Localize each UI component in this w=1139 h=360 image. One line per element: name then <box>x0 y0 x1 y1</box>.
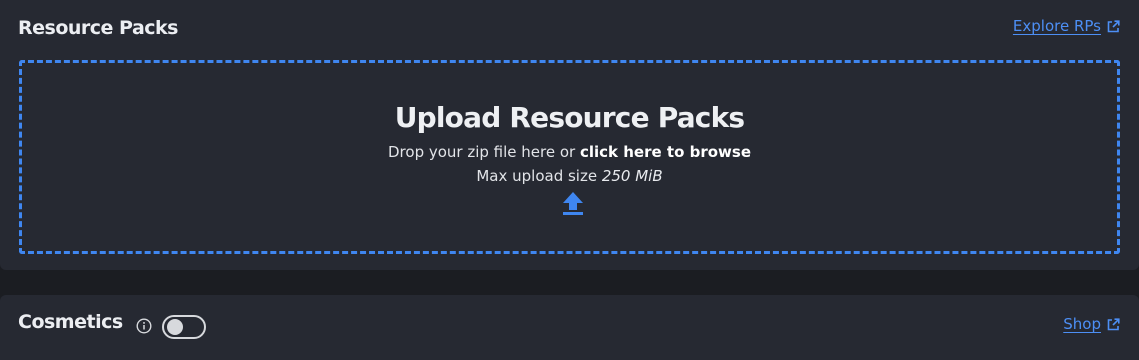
external-link-icon <box>1107 317 1120 331</box>
explore-rps-label: Explore RPs <box>1012 17 1101 35</box>
upload-icon <box>561 190 585 216</box>
cosmetics-toggle[interactable] <box>162 315 206 339</box>
upload-dropzone[interactable]: Upload Resource Packs Drop your zip file… <box>19 60 1120 254</box>
browse-link[interactable]: click here to browse <box>580 143 751 161</box>
upload-instructions: Drop your zip file here or click here to… <box>22 143 1117 161</box>
max-upload-label: Max upload size <box>476 167 602 185</box>
resource-packs-title: Resource Packs <box>18 17 178 39</box>
resource-packs-panel: Resource Packs Explore RPs Upload Resour… <box>0 0 1139 270</box>
cosmetics-title: Cosmetics <box>18 311 123 333</box>
shop-link[interactable]: Shop <box>1063 315 1120 333</box>
explore-rps-link[interactable]: Explore RPs <box>1013 17 1120 35</box>
drop-text: Drop your zip file here or <box>388 143 580 161</box>
toggle-knob <box>167 319 183 335</box>
max-upload-value: 250 MiB <box>601 167 663 185</box>
shop-label: Shop <box>1063 315 1101 333</box>
external-link-icon <box>1107 19 1120 33</box>
max-upload-size: Max upload size 250 MiB <box>22 167 1117 185</box>
upload-title: Upload Resource Packs <box>394 101 745 134</box>
info-icon[interactable] <box>136 318 152 334</box>
